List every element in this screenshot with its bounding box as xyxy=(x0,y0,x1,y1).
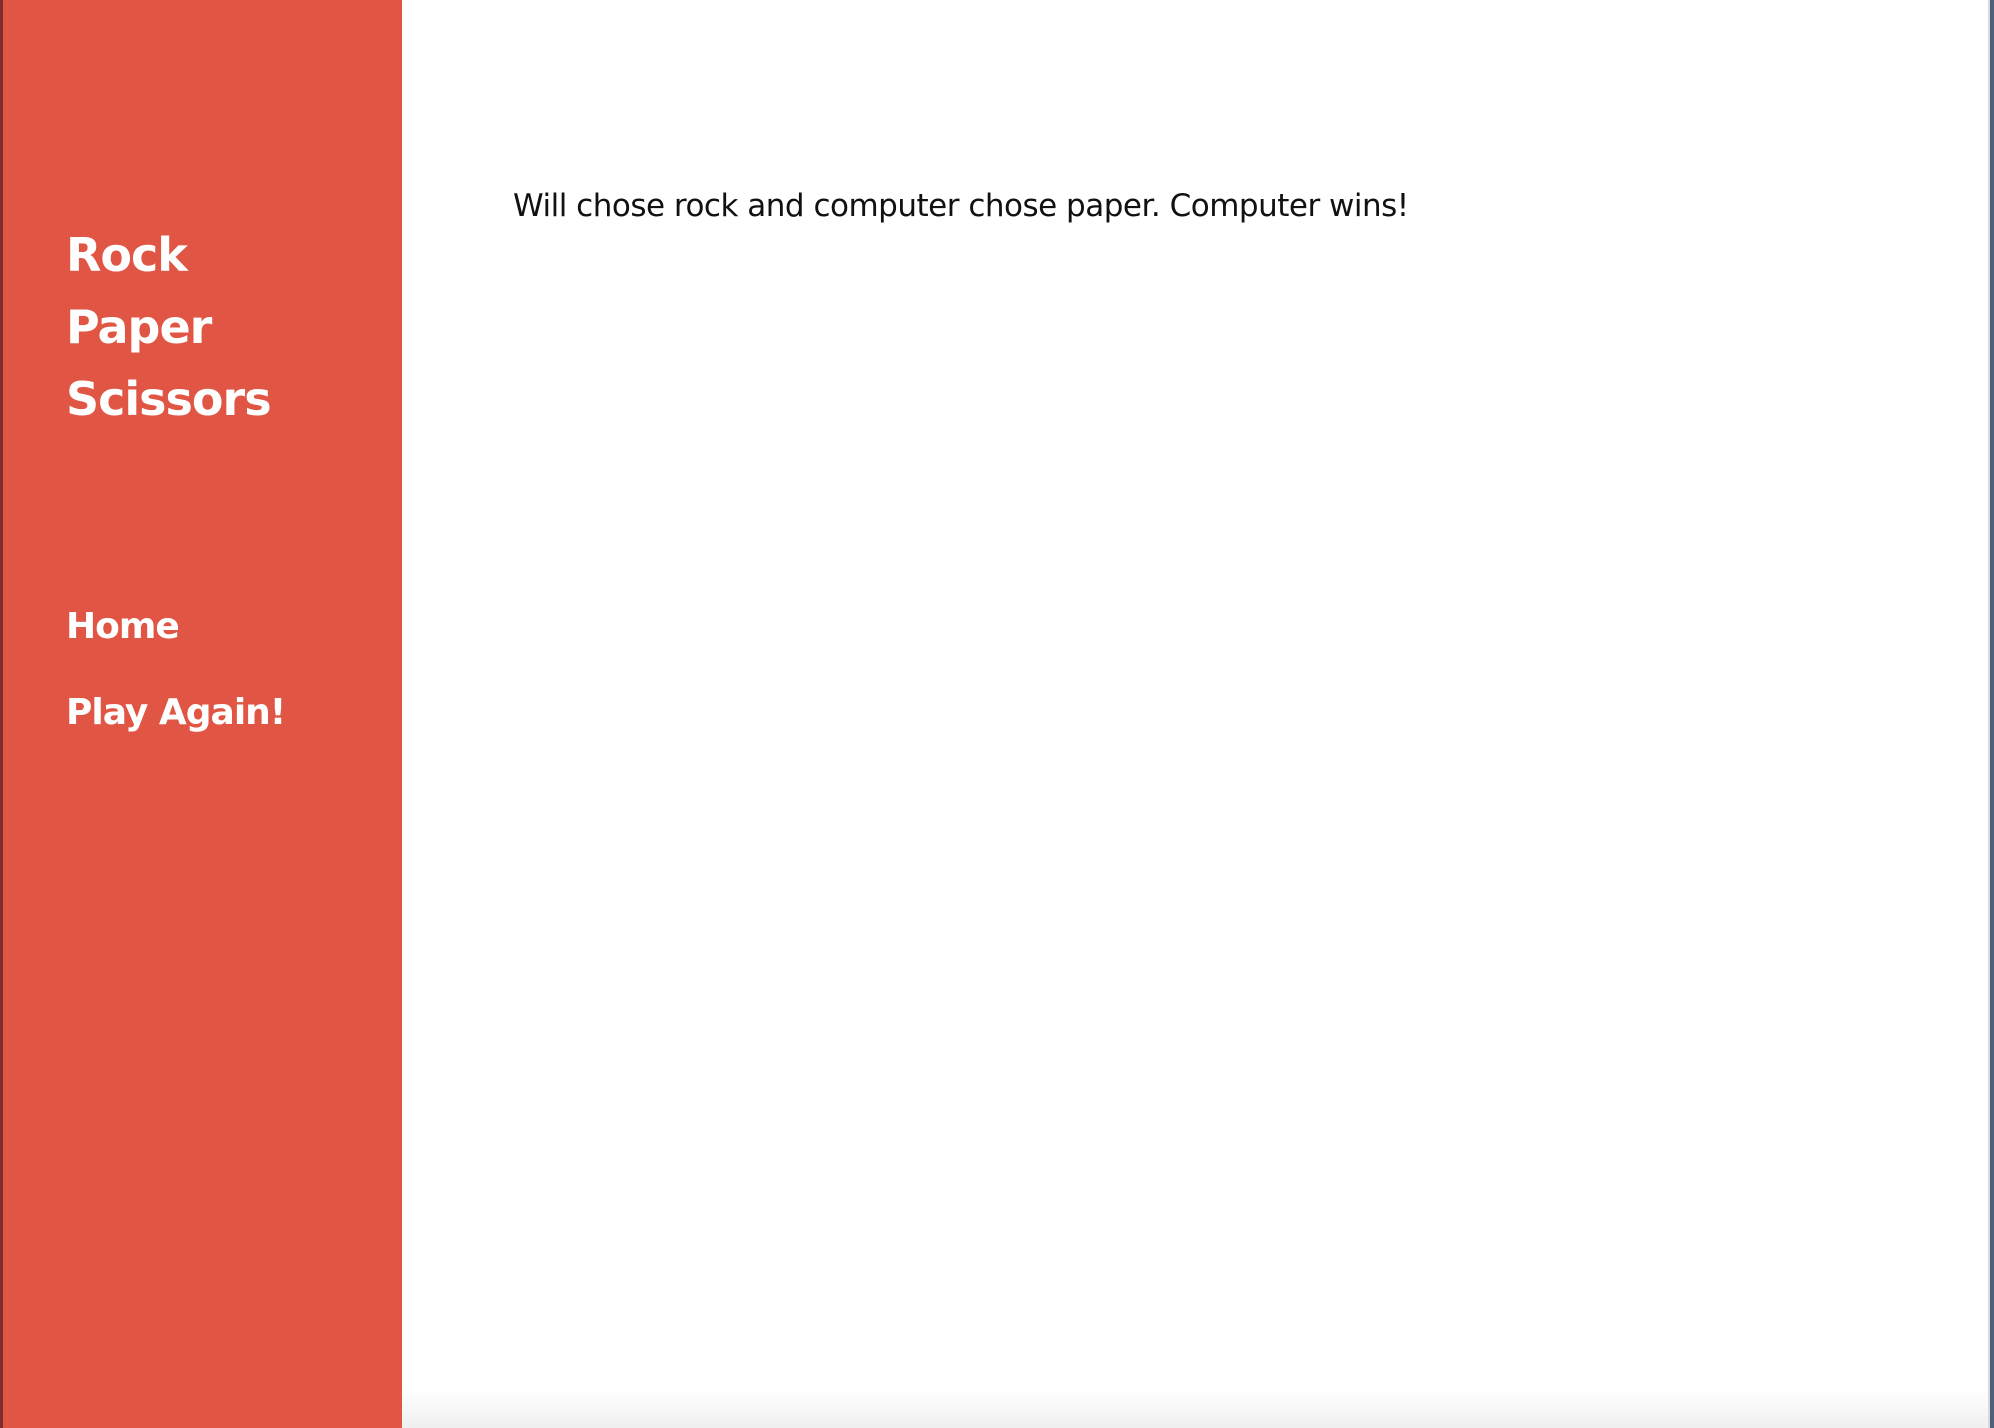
main-content: Will chose rock and computer chose paper… xyxy=(402,0,1988,1428)
bottom-fade xyxy=(402,1388,1988,1428)
nav-item-home: Home xyxy=(66,601,285,653)
sidebar-nav: Home Play Again! xyxy=(66,601,286,773)
play-again-link[interactable]: Play Again! xyxy=(66,687,286,739)
game-result-text: Will chose rock and computer chose paper… xyxy=(513,188,1409,224)
browser-window: Rock Paper Scissors Home Play Again! Wil… xyxy=(0,0,1990,1428)
sidebar: Rock Paper Scissors Home Play Again! xyxy=(0,0,402,1428)
title-line-rock: Rock xyxy=(66,228,188,282)
title-line-scissors: Scissors xyxy=(66,372,272,426)
title-line-paper: Paper xyxy=(66,300,212,354)
nav-item-play-again: Play Again! xyxy=(66,687,286,739)
site-title: Rock Paper Scissors xyxy=(66,219,272,435)
home-link[interactable]: Home xyxy=(66,601,180,653)
